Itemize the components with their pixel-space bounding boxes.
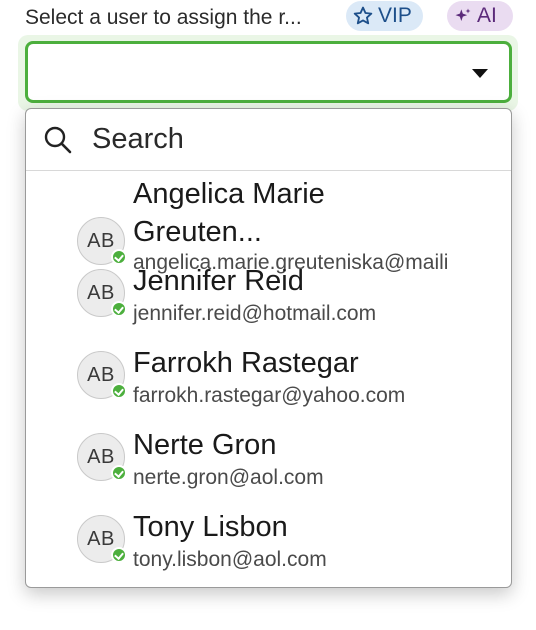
user-select[interactable] [25, 41, 512, 103]
user-option-email: tony.lisbon@aol.com [133, 548, 327, 571]
avatar: AB [77, 515, 127, 563]
online-status-icon [111, 465, 127, 481]
ai-badge-label: AI [477, 4, 497, 27]
search-icon [43, 125, 73, 160]
vip-badge-label: VIP [378, 4, 412, 27]
online-status-icon [111, 383, 127, 399]
avatar: AB [77, 433, 127, 481]
avatar: AB [77, 269, 127, 317]
user-option-name: Angelica Marie Greuten... [133, 178, 325, 248]
user-option-email: farrokh.rastegar@yahoo.com [133, 384, 406, 407]
avatar: AB [77, 217, 127, 265]
user-option-name: Farrokh Rastegar [133, 347, 359, 379]
search-placeholder: Search [92, 123, 184, 155]
avatar-initials: AB [87, 445, 115, 468]
online-status-icon [111, 301, 127, 317]
sparkle-icon [453, 6, 473, 26]
avatar: AB [77, 351, 127, 399]
user-option-name: Tony Lisbon [133, 511, 288, 543]
avatar-initials: AB [87, 229, 115, 252]
user-option-name: Nerte Gron [133, 429, 277, 461]
user-dropdown-list: Search AB Angelica Marie Greuten... ange… [25, 108, 512, 588]
user-option[interactable]: AB Jennifer Reid jennifer.reid@hotmail.c… [26, 259, 511, 341]
avatar-initials: AB [87, 527, 115, 550]
online-status-icon [111, 547, 127, 563]
ai-badge: AI [447, 1, 513, 31]
user-option-email: jennifer.reid@hotmail.com [133, 302, 377, 325]
user-option-email: nerte.gron@aol.com [133, 466, 324, 489]
user-option[interactable]: AB Angelica Marie Greuten... angelica.ma… [26, 171, 511, 274]
vip-badge: VIP [346, 1, 423, 31]
search-input[interactable]: Search [26, 109, 511, 171]
field-header: Select a user to assign the r... VIP AI [0, 0, 536, 36]
star-icon [352, 5, 374, 27]
field-label: Select a user to assign the r... [25, 6, 302, 29]
user-option[interactable]: AB Nerte Gron nerte.gron@aol.com [26, 423, 511, 505]
user-option-name: Jennifer Reid [133, 265, 304, 297]
user-option[interactable]: AB Farrokh Rastegar farrokh.rastegar@yah… [26, 341, 511, 423]
user-option[interactable]: AB Tony Lisbon tony.lisbon@aol.com [26, 505, 511, 587]
avatar-initials: AB [87, 363, 115, 386]
caret-down-icon[interactable] [472, 69, 488, 78]
avatar-initials: AB [87, 281, 115, 304]
